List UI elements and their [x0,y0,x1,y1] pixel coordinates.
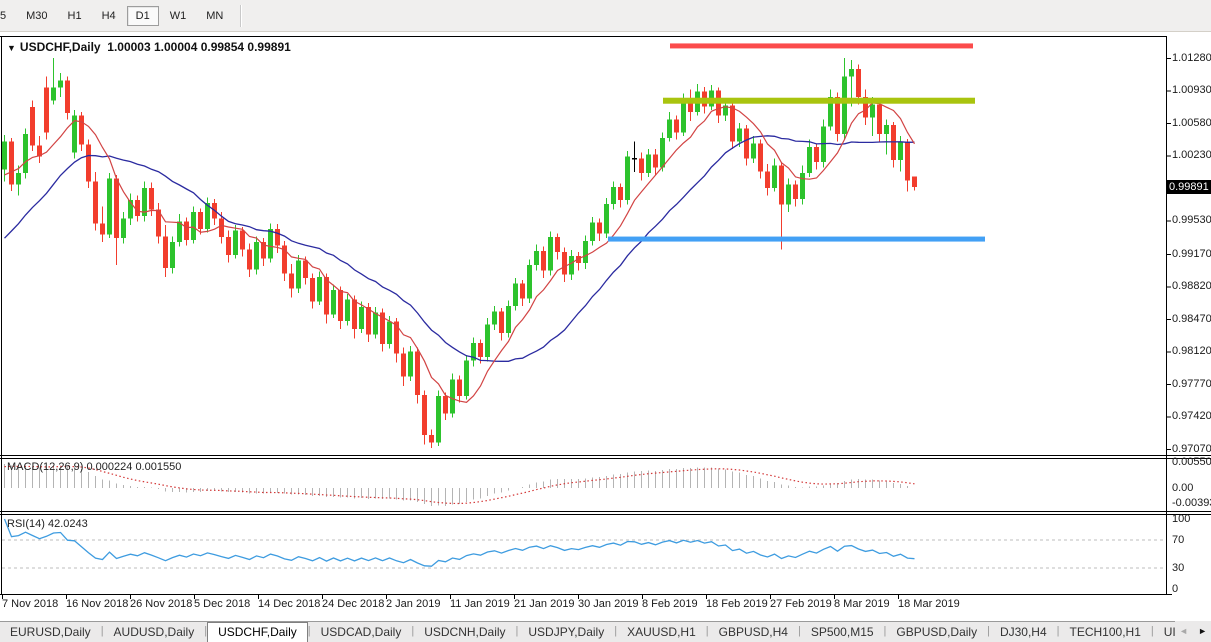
macd-tick-label: 0.005501 [1172,456,1211,468]
price-tick-label: 0.99170 [1172,248,1211,260]
chart-tab-bar: EURUSD,Daily|AUDUSD,Daily|USDCHF,Daily|U… [0,621,1211,642]
tab-scroll-right-icon[interactable]: ► [1198,621,1207,642]
timeframe-button-5[interactable]: 5 [0,6,15,26]
tab-usdcad-daily[interactable]: USDCAD,Daily [311,622,412,642]
timeframe-button-d1[interactable]: D1 [127,6,159,26]
price-tick-label: 0.97420 [1172,410,1211,422]
timeframe-button-h1[interactable]: H1 [59,6,91,26]
chart-dropdown-icon[interactable]: ▼ [7,43,16,53]
tab-usdchf-daily[interactable]: USDCHF,Daily [207,622,308,642]
trend-line-resistance-upper[interactable] [670,43,973,48]
price-tick-label: 0.98120 [1172,345,1211,357]
macd-tick-label: -0.003931 [1172,497,1211,509]
price-tick-label: 1.00230 [1172,149,1211,161]
date-tick-label: 2 Jan 2019 [386,598,440,610]
toolbar-separator [240,5,242,27]
date-tick-label: 7 Nov 2018 [2,598,58,610]
rsi-tick-label: 30 [1172,562,1184,574]
rsi-tick-label: 70 [1172,534,1184,546]
price-tick-label: 1.00580 [1172,117,1211,129]
chart-window[interactable]: ▼ USDCHF,Daily 1.00003 1.00004 0.99854 0.… [0,33,1211,621]
tab-sp500-m15[interactable]: SP500,M15 [801,622,884,642]
trend-line-support[interactable] [608,237,985,242]
rsi-tick-label: 0 [1172,583,1178,595]
current-price-tag: 0.99891 [1167,180,1211,194]
tab-scroll-left-icon[interactable]: ◄ [1179,621,1188,642]
date-tick-label: 27 Feb 2019 [770,598,832,610]
rsi-value: 42.0243 [48,518,88,530]
macd-signal-value: 0.001550 [135,461,181,473]
trend-line-resistance-lower[interactable] [663,98,975,104]
tab-usdjpy-daily[interactable]: USDJPY,Daily [518,622,614,642]
timeframe-button-mn[interactable]: MN [197,6,232,26]
tab-eurusd-daily[interactable]: EURUSD,Daily [0,622,101,642]
date-tick-label: 21 Jan 2019 [514,598,575,610]
timeframe-button-w1[interactable]: W1 [161,6,196,26]
price-tick-label: 0.98470 [1172,313,1211,325]
timeframe-toolbar: 5M30H1H4D1W1MN [0,0,1211,32]
price-tick-label: 0.99530 [1172,214,1211,226]
chart-canvas[interactable] [0,33,1211,621]
date-tick-label: 8 Feb 2019 [642,598,698,610]
price-tick-label: 0.97770 [1172,378,1211,390]
tab-usdcnh-daily[interactable]: USDCNH,Daily [414,622,515,642]
trading-app-window: 5M30H1H4D1W1MN ▼ USDCHF,Daily 1.00003 1.0… [0,0,1211,642]
chart-symbol-period: USDCHF,Daily [20,40,101,54]
price-tick-label: 1.00930 [1172,84,1211,96]
tab-scroll-arrows: ◄ ► [1175,621,1211,642]
tab-xauusd-h1[interactable]: XAUUSD,H1 [617,622,706,642]
date-tick-label: 16 Nov 2018 [66,598,128,610]
tab-tech100-h1[interactable]: TECH100,H1 [1060,622,1151,642]
date-tick-label: 8 Mar 2019 [834,598,890,610]
macd-main-value: 0.000224 [86,461,132,473]
date-tick-label: 11 Jan 2019 [450,598,510,610]
chart-title: ▼ USDCHF,Daily 1.00003 1.00004 0.99854 0.… [7,40,291,54]
tab-gbpusd-h4[interactable]: GBPUSD,H4 [709,622,798,642]
tab-dj30-h4[interactable]: DJ30,H4 [990,622,1057,642]
price-tick-label: 0.97070 [1172,443,1211,455]
date-tick-label: 26 Nov 2018 [130,598,192,610]
date-tick-label: 5 Dec 2018 [194,598,250,610]
chart-ohlc-values: 1.00003 1.00004 0.99854 0.99891 [107,40,291,54]
macd-tick-label: 0.00 [1172,482,1193,494]
date-tick-label: 30 Jan 2019 [578,598,639,610]
date-tick-label: 24 Dec 2018 [322,598,384,610]
macd-indicator-label: MACD(12,26,9) 0.000224 0.001550 [7,461,181,473]
date-tick-label: 18 Mar 2019 [898,598,960,610]
tab-audusd-daily[interactable]: AUDUSD,Daily [104,622,205,642]
rsi-indicator-label: RSI(14) 42.0243 [7,518,88,530]
rsi-tick-label: 100 [1172,513,1190,525]
date-tick-label: 14 Dec 2018 [258,598,320,610]
timeframe-button-h4[interactable]: H4 [93,6,125,26]
price-tick-label: 1.01280 [1172,52,1211,64]
timeframe-button-m30[interactable]: M30 [17,6,56,26]
date-tick-label: 18 Feb 2019 [706,598,768,610]
tab-gbpusd-daily[interactable]: GBPUSD,Daily [886,622,987,642]
price-tick-label: 0.98820 [1172,280,1211,292]
